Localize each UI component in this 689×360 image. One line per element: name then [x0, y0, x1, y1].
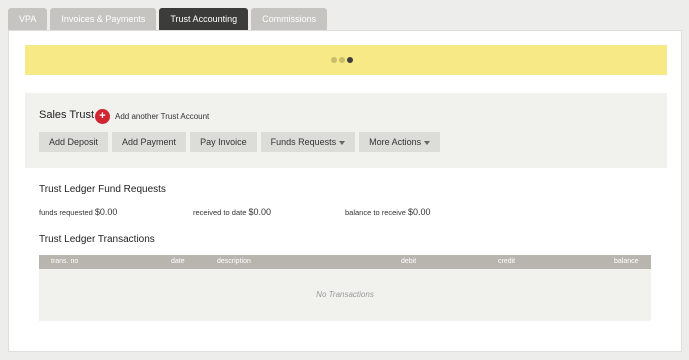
table-header: trans. no date description debit credit … — [39, 255, 651, 269]
column-description: description — [217, 258, 251, 265]
funds-requested-label: funds requested — [39, 208, 93, 217]
loading-banner — [25, 45, 667, 75]
pay-invoice-button[interactable]: Pay Invoice — [190, 132, 257, 152]
add-trust-account-link[interactable]: + Add another Trust Account — [95, 109, 209, 124]
chevron-down-icon — [339, 140, 346, 145]
funds-requested: funds requested $0.00 — [39, 207, 117, 217]
received-to-date-label: received to date — [193, 208, 247, 217]
more-actions-label: More Actions — [369, 137, 422, 147]
received-to-date-value: $0.00 — [248, 207, 271, 217]
funds-requests-label: Funds Requests — [270, 137, 337, 147]
transactions-table: trans. no date description debit credit … — [39, 255, 651, 321]
column-date: date — [171, 258, 185, 265]
trust-account-section: Sales Trust + Add another Trust Account … — [25, 93, 667, 168]
column-balance: balance — [614, 258, 639, 265]
tab-trust-accounting[interactable]: Trust Accounting — [159, 8, 249, 30]
chevron-down-icon — [424, 140, 431, 145]
loading-dot — [339, 57, 345, 63]
plus-icon[interactable]: + — [95, 109, 110, 124]
transactions-title: Trust Ledger Transactions — [39, 234, 155, 245]
loading-dot-active — [347, 57, 353, 63]
funds-requested-value: $0.00 — [94, 207, 118, 217]
tab-vpa[interactable]: VPA — [8, 8, 48, 30]
received-to-date: received to date $0.00 — [193, 207, 271, 217]
column-debit: debit — [401, 258, 417, 265]
add-trust-account-label[interactable]: Add another Trust Account — [115, 112, 209, 121]
balance-to-receive-value: $0.00 — [407, 207, 431, 217]
tab-invoices-payments[interactable]: Invoices & Payments — [50, 8, 157, 30]
table-body: No Transactions — [39, 269, 651, 321]
balance-to-receive-label: balance to receive — [345, 208, 406, 217]
add-payment-button[interactable]: Add Payment — [112, 132, 187, 152]
account-title: Sales Trust — [39, 109, 95, 121]
empty-state: No Transactions — [316, 290, 374, 299]
loading-indicator — [331, 57, 355, 63]
fund-requests-title: Trust Ledger Fund Requests — [39, 184, 166, 195]
funds-requests-dropdown[interactable]: Funds Requests — [260, 132, 356, 152]
add-deposit-button[interactable]: Add Deposit — [39, 132, 109, 152]
trust-accounting-panel: Sales Trust + Add another Trust Account … — [8, 30, 682, 352]
account-actions: Add Deposit Add Payment Pay Invoice Fund… — [39, 132, 444, 152]
column-credit: credit — [498, 258, 516, 265]
column-trans-no: trans. no — [51, 258, 79, 265]
tab-commissions[interactable]: Commissions — [251, 8, 328, 30]
tab-bar: VPA Invoices & Payments Trust Accounting… — [8, 8, 330, 30]
more-actions-dropdown[interactable]: More Actions — [359, 132, 441, 152]
loading-dot — [331, 57, 337, 63]
balance-to-receive: balance to receive $0.00 — [345, 207, 431, 217]
